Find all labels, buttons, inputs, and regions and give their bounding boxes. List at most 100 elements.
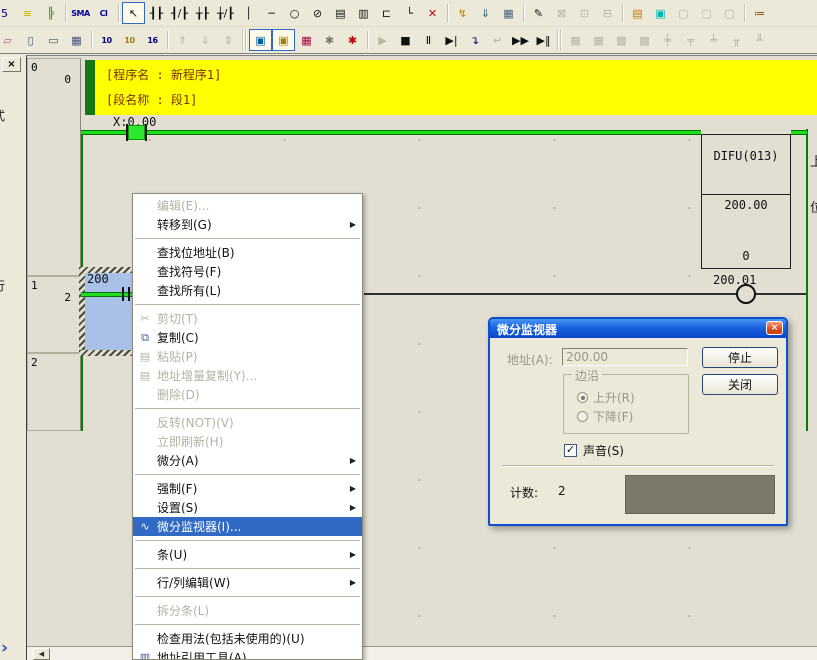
select-cursor-icon[interactable]: ↖ — [122, 2, 145, 24]
function-block-icon[interactable]: ▤ — [329, 2, 352, 24]
menu-item-invert-not: 反转(NOT)(V) — [133, 413, 362, 432]
data-trace-icon[interactable]: ▦ — [295, 29, 318, 51]
menu-item-label: 强制(F) — [157, 480, 346, 497]
continuous-step-icon[interactable]: ▶▶ — [509, 29, 532, 51]
decimal-monitor-icon[interactable]: 10 — [95, 29, 118, 51]
run-icon: ▶ — [371, 29, 394, 51]
ci-view-icon[interactable]: CI — [92, 2, 115, 24]
address-field[interactable]: 200.00 — [562, 348, 688, 366]
vertical-line-icon[interactable]: │ — [237, 2, 260, 24]
difu-instruction-block[interactable]: DIFU(013) 200.00 0 — [701, 134, 791, 269]
toolbar-separator — [115, 2, 122, 24]
run-to-end-icon[interactable]: ▶‖ — [532, 29, 555, 51]
stop-hand-icon[interactable]: ✱ — [341, 29, 364, 51]
rung-manager-icon[interactable]: ▤ — [626, 2, 649, 24]
ladder-view-icon[interactable]: ≡ — [16, 2, 39, 24]
menu-item-copy[interactable]: ⧉复制(C) — [133, 328, 362, 347]
menu-item-find-bit-address[interactable]: 查找位地址(B) — [133, 243, 362, 262]
compare-with-plc-icon[interactable]: ▦ — [497, 2, 520, 24]
menu-separator — [133, 404, 362, 413]
vertical-end-icon[interactable]: └ — [398, 2, 421, 24]
dialog-view-icon[interactable]: ▭ — [42, 29, 65, 51]
menu-item-find-symbol[interactable]: 查找符号(F) — [133, 262, 362, 281]
menu-item-set[interactable]: 设置(S)▶ — [133, 498, 362, 517]
smart-input-icon[interactable]: SMA — [69, 2, 92, 24]
watch-window-icon[interactable]: ▦ — [65, 29, 88, 51]
dialog-separator — [502, 465, 774, 467]
monitor-window-2-icon: ▢ — [695, 2, 718, 24]
work-online-icon[interactable]: ▣ — [649, 2, 672, 24]
rising-edge-radio: 上升(R) — [577, 389, 635, 406]
horizontal-line-icon[interactable]: ─ — [260, 2, 283, 24]
menu-item-find-all[interactable]: 查找所有(L) — [133, 281, 362, 300]
comment-list-icon[interactable]: ≔ — [748, 2, 771, 24]
transfer-to-plc-icon[interactable]: ↯ — [451, 2, 474, 24]
or-contact-icon[interactable]: ╁┠ — [191, 2, 214, 24]
menu-item-check-usage[interactable]: 检查用法(包括未使用的)(U) — [133, 629, 362, 648]
io-comment-icon[interactable]: ▱ — [0, 29, 19, 51]
menu-item-label: 删除(D) — [157, 386, 346, 403]
rung-comment-icon[interactable]: ▯ — [19, 29, 42, 51]
rung-0-step: 0 — [64, 73, 71, 86]
output-coil[interactable] — [736, 284, 756, 304]
menu-item-split-rung: 拆分条(L) — [133, 601, 362, 620]
hex-monitor-icon[interactable]: 16 — [141, 29, 164, 51]
goto-address-icon: ⇕ — [217, 29, 240, 51]
menu-separator — [133, 234, 362, 243]
step-into-icon[interactable]: ↴ — [463, 29, 486, 51]
dialog-title-bar[interactable]: 微分监视器 × — [490, 319, 786, 338]
sound-checkbox-row[interactable]: ✓ 声音(S) — [564, 442, 624, 459]
contact-icon[interactable]: ┨┠ — [145, 2, 168, 24]
scroll-left-button[interactable]: ◀ — [33, 648, 50, 660]
transfer-from-plc-icon[interactable]: ⇓ — [474, 2, 497, 24]
function-block-set-icon[interactable]: ▥ — [352, 2, 375, 24]
menu-item-label: 检查用法(包括未使用的)(U) — [157, 630, 346, 647]
menu-item-row-column-edit[interactable]: 行/列编辑(W)▶ — [133, 573, 362, 592]
monitor-mode-icon[interactable]: ▣ — [249, 29, 272, 51]
rung-1-margin[interactable]: 1 2 — [27, 276, 81, 353]
symbol-tree-icon[interactable]: ╠ — [39, 2, 62, 24]
pause-icon[interactable]: Ⅱ — [417, 29, 440, 51]
signed-decimal-icon[interactable]: 10 — [118, 29, 141, 51]
coil-icon[interactable]: ○ — [283, 2, 306, 24]
coil-closed-icon[interactable]: ⊘ — [306, 2, 329, 24]
panel-scroll-arrow-icon[interactable]: › — [1, 638, 8, 658]
pause-monitor-icon[interactable]: ▣ — [272, 29, 295, 51]
or-contact-nc-icon[interactable]: ╁/┠ — [214, 2, 237, 24]
toolbar-separator — [741, 2, 748, 24]
contact-nc-icon[interactable]: ┨/┠ — [168, 2, 191, 24]
rung-0-margin[interactable]: 0 0 — [27, 58, 81, 276]
difu-mnemonic-cell — [702, 135, 790, 195]
dialog-close-icon[interactable]: × — [766, 321, 783, 335]
program-banner[interactable]: [程序名 : 新程序1] [段名称 : 段1] — [85, 60, 817, 115]
online-edit-icon[interactable]: ✎ — [527, 2, 550, 24]
checkbox-checked-icon[interactable]: ✓ — [564, 444, 577, 457]
menu-item-edit: 编辑(E)... — [133, 196, 362, 215]
menu-item-address-reference-tool[interactable]: ▥地址引用工具(A) — [133, 648, 362, 660]
count-indicator-panel — [625, 475, 775, 514]
dialog-title: 微分监视器 — [497, 323, 557, 337]
block-call-icon[interactable]: ⊏ — [375, 2, 398, 24]
mnemonic-view-icon[interactable]: 5 — [0, 2, 16, 24]
stop-icon[interactable]: ■ — [394, 29, 417, 51]
delete-wire-icon[interactable]: ✕ — [421, 2, 444, 24]
step-run-icon[interactable]: ▶| — [440, 29, 463, 51]
menu-item-force[interactable]: 强制(F)▶ — [133, 479, 362, 498]
rung-2-margin[interactable]: 2 — [27, 353, 81, 431]
submenu-arrow-icon: ▶ — [346, 456, 362, 465]
count-value: 2 — [558, 484, 566, 498]
menu-item-differentiate[interactable]: 微分(A)▶ — [133, 451, 362, 470]
contact-0-on-indicator[interactable] — [128, 125, 145, 140]
change-value-icon: ▦ — [587, 29, 610, 51]
send-changes-icon: ⊠ — [550, 2, 573, 24]
close-button[interactable]: 关闭 — [702, 374, 778, 395]
menu-item-label: 复制(C) — [157, 329, 346, 346]
menu-item-address-increment-copy: ▤地址增量复制(Y)... — [133, 366, 362, 385]
pause-hand-icon[interactable]: ✱ — [318, 29, 341, 51]
stop-button[interactable]: 停止 — [702, 347, 778, 368]
menu-item-differential-monitor[interactable]: ∿微分监视器(I)... — [133, 517, 362, 536]
menu-item-rung[interactable]: 条(U)▶ — [133, 545, 362, 564]
close-panel-button[interactable]: × — [2, 57, 21, 72]
menu-item-goto[interactable]: 转移到(G)▶ — [133, 215, 362, 234]
contact-1-right-bar — [128, 287, 130, 301]
